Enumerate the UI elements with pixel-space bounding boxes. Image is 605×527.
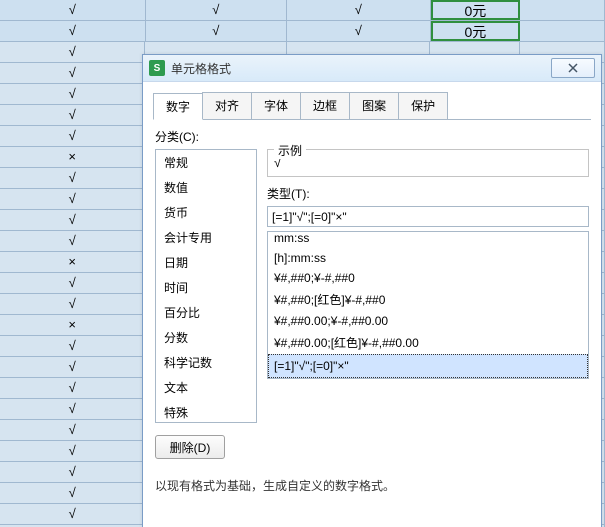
delete-button[interactable]: 删除(D)	[155, 435, 225, 459]
category-item[interactable]: 数值	[156, 175, 256, 200]
table-row: √√√0元	[0, 21, 605, 42]
tab-1[interactable]: 对齐	[202, 92, 252, 119]
cell[interactable]: √	[0, 42, 145, 62]
cell[interactable]: √	[0, 0, 146, 20]
cell[interactable]: √	[0, 273, 145, 293]
cell[interactable]: 0元	[431, 21, 521, 41]
category-item[interactable]: 常规	[156, 150, 256, 175]
cell[interactable]: √	[0, 399, 145, 419]
cell[interactable]: √	[0, 189, 145, 209]
dialog-titlebar: S 单元格格式	[143, 55, 601, 82]
cell[interactable]: √	[0, 462, 145, 482]
cell[interactable]: √	[0, 336, 145, 356]
app-icon: S	[149, 60, 165, 76]
cell[interactable]: √	[0, 294, 145, 314]
format-item[interactable]: [h]:mm:ss	[268, 248, 588, 268]
cell[interactable]: √	[0, 378, 145, 398]
cell[interactable]: √	[0, 63, 145, 83]
tab-2[interactable]: 字体	[251, 92, 301, 119]
cell[interactable]: √	[0, 21, 146, 41]
cell[interactable]: √	[0, 105, 145, 125]
cell[interactable]: √	[146, 0, 288, 20]
cell[interactable]: √	[0, 420, 145, 440]
tab-0[interactable]: 数字	[153, 93, 203, 120]
cell[interactable]: √	[287, 21, 431, 41]
category-item[interactable]: 货币	[156, 200, 256, 225]
format-code-list[interactable]: mm:ss[h]:mm:ss¥#,##0;¥-#,##0¥#,##0;[红色]¥…	[267, 231, 589, 379]
cell[interactable]	[520, 21, 605, 41]
format-item[interactable]: mm:ss	[268, 231, 588, 248]
dialog-title: 单元格格式	[171, 60, 231, 77]
format-item[interactable]: [=1]"√";[=0]"×"	[268, 354, 588, 378]
cell[interactable]: √	[0, 126, 145, 146]
cell[interactable]: √	[0, 483, 145, 503]
cell[interactable]: 0元	[431, 0, 521, 20]
cell[interactable]: √	[0, 168, 145, 188]
category-item[interactable]: 会计专用	[156, 225, 256, 250]
hint-text: 以现有格式为基础，生成自定义的数字格式。	[155, 477, 589, 494]
tab-bar: 数字对齐字体边框图案保护	[153, 92, 591, 120]
cell[interactable]: √	[287, 0, 431, 20]
cell[interactable]: ×	[0, 147, 145, 167]
close-icon	[568, 63, 578, 73]
category-item[interactable]: 文本	[156, 375, 256, 400]
cell[interactable]: √	[0, 357, 145, 377]
cell-format-dialog: S 单元格格式 数字对齐字体边框图案保护 分类(C): 常规数值货币会计专用日期…	[142, 54, 602, 527]
tab-5[interactable]: 保护	[398, 92, 448, 119]
dialog-body: 分类(C): 常规数值货币会计专用日期时间百分比分数科学记数文本特殊自定义 示例…	[143, 120, 601, 502]
cell[interactable]: ×	[0, 252, 145, 272]
type-label: 类型(T):	[267, 185, 589, 202]
cell[interactable]: √	[0, 84, 145, 104]
cell[interactable]: ×	[0, 315, 145, 335]
category-item[interactable]: 日期	[156, 250, 256, 275]
format-item[interactable]: ¥#,##0;¥-#,##0	[268, 268, 588, 288]
category-item[interactable]: 时间	[156, 275, 256, 300]
category-label: 分类(C):	[155, 128, 589, 145]
format-item[interactable]: ¥#,##0.00;[红色]¥-#,##0.00	[268, 331, 588, 354]
tab-3[interactable]: 边框	[300, 92, 350, 119]
cell[interactable]: √	[146, 21, 288, 41]
close-button[interactable]	[551, 58, 595, 78]
cell[interactable]: √	[0, 231, 145, 251]
category-item[interactable]: 特殊	[156, 400, 256, 423]
table-row: √√√0元	[0, 0, 605, 21]
cell[interactable]: √	[0, 441, 145, 461]
example-label: 示例	[274, 142, 306, 159]
example-box: 示例 √	[267, 149, 589, 177]
category-item[interactable]: 百分比	[156, 300, 256, 325]
example-value: √	[274, 153, 582, 170]
tab-4[interactable]: 图案	[349, 92, 399, 119]
cell[interactable]: √	[0, 210, 145, 230]
type-input[interactable]	[267, 206, 589, 227]
category-item[interactable]: 分数	[156, 325, 256, 350]
cell[interactable]: √	[0, 504, 145, 524]
format-item[interactable]: ¥#,##0.00;¥-#,##0.00	[268, 311, 588, 331]
cell[interactable]	[520, 0, 605, 20]
format-item[interactable]: ¥#,##0;[红色]¥-#,##0	[268, 288, 588, 311]
category-list[interactable]: 常规数值货币会计专用日期时间百分比分数科学记数文本特殊自定义	[155, 149, 257, 423]
category-item[interactable]: 科学记数	[156, 350, 256, 375]
